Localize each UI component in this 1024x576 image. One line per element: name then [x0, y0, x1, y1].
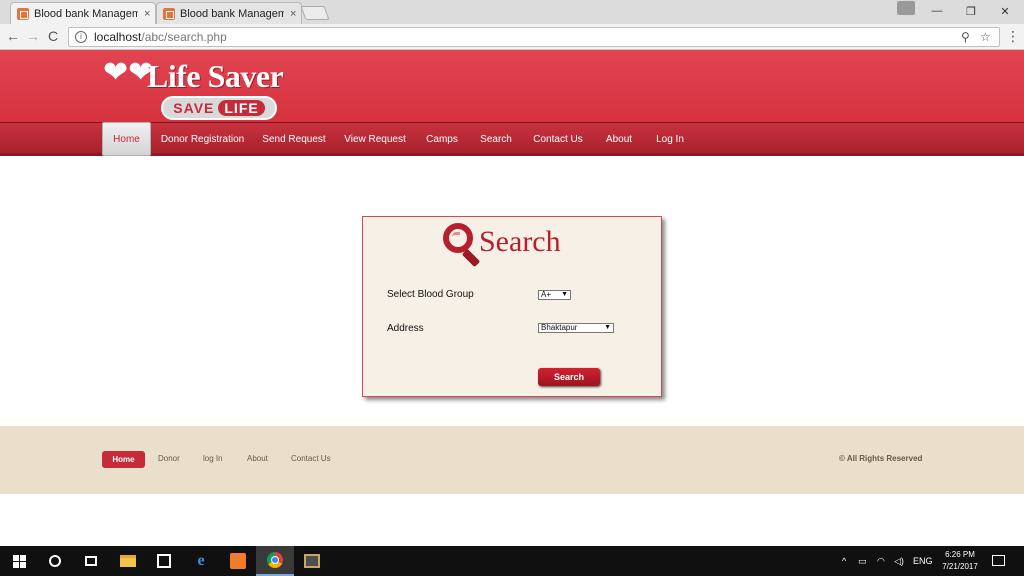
action-center-icon[interactable]	[992, 555, 1005, 566]
wifi-icon[interactable]: ◠	[877, 546, 885, 576]
search-title: Search	[479, 225, 561, 258]
tab-title: Blood bank Managemen	[34, 7, 138, 20]
search-button[interactable]: Search	[538, 368, 600, 386]
tab-title: Blood bank Managemen	[180, 7, 284, 20]
dropdown-arrow-icon: ▼	[604, 324, 611, 331]
xampp-favicon-icon	[17, 7, 29, 20]
nav-view-request[interactable]: View Request	[343, 123, 407, 154]
forward-button[interactable]: →	[24, 28, 42, 44]
cortana-button[interactable]	[36, 546, 74, 576]
search-heading: Search	[443, 223, 561, 268]
volume-icon[interactable]: ◁)	[894, 546, 904, 576]
nav-home[interactable]: Home	[102, 122, 151, 156]
blood-group-select[interactable]: A+ ▼	[538, 290, 571, 300]
user-profile-icon[interactable]	[897, 1, 915, 15]
footer-link-contact[interactable]: Contact Us	[291, 454, 331, 463]
chrome-icon	[267, 552, 283, 568]
browser-toolbar: ← → C i localhost/abc/search.php ⚲ ☆ ⋮	[0, 24, 1024, 50]
chrome-button[interactable]	[256, 546, 294, 576]
blood-group-label: Select Blood Group	[387, 289, 474, 300]
url-path: /abc/search.php	[141, 30, 227, 44]
tagline-life: LIFE	[218, 100, 265, 116]
xampp-favicon-icon	[163, 7, 175, 20]
address-label: Address	[387, 323, 424, 334]
browser-menu-icon[interactable]: ⋮	[1004, 28, 1022, 45]
close-window-button[interactable]: ✕	[988, 0, 1022, 22]
edge-icon: e	[197, 552, 205, 569]
main-nav: Home Donor Registration Send Request Vie…	[0, 122, 1024, 156]
restore-button[interactable]: ❐	[954, 0, 988, 22]
tray-expand-icon[interactable]: ^	[842, 546, 846, 576]
store-button[interactable]	[145, 546, 183, 576]
language-indicator[interactable]: ENG	[913, 546, 933, 576]
footer-link-about[interactable]: About	[247, 454, 268, 463]
reload-button[interactable]: C	[44, 28, 62, 44]
tab-close-icon[interactable]: ×	[290, 8, 296, 20]
clock-time: 6:26 PM	[945, 550, 975, 559]
nav-camps[interactable]: Camps	[424, 123, 460, 154]
bookmark-star-icon[interactable]: ☆	[980, 30, 991, 44]
footer-link-login[interactable]: log In	[203, 454, 223, 463]
minimize-button[interactable]: —	[920, 0, 954, 22]
search-panel: Search Select Blood Group A+ ▼ Address B…	[362, 216, 662, 397]
xampp-icon	[230, 553, 246, 569]
browser-tabstrip: Blood bank Managemen × Blood bank Manage…	[0, 0, 1024, 24]
url-host: localhost	[94, 30, 142, 44]
logo-title: Life Saver	[147, 58, 284, 94]
edge-button[interactable]: e	[182, 546, 220, 576]
site-footer: Home Donor log In About Contact Us © All…	[0, 426, 1024, 494]
clock[interactable]: 6:26 PM 7/21/2017	[938, 549, 982, 573]
logo-tagline: SAVE LIFE	[161, 96, 277, 120]
dropdown-arrow-icon: ▼	[561, 291, 568, 298]
hearts-icon: ❤❤	[103, 56, 154, 89]
magnifier-icon	[443, 223, 483, 271]
blood-group-value: A+	[541, 290, 552, 299]
footer-link-donor[interactable]: Donor	[158, 454, 180, 463]
nav-about[interactable]: About	[602, 123, 636, 154]
file-explorer-button[interactable]	[109, 546, 147, 576]
folder-icon	[120, 555, 136, 567]
store-icon	[157, 554, 171, 568]
nav-send-request[interactable]: Send Request	[262, 123, 326, 154]
app-window-icon	[304, 554, 320, 568]
address-value: Bhaktapur	[541, 323, 578, 332]
life-saver-logo[interactable]: ❤❤ Life Saver SAVE LIFE	[103, 56, 293, 120]
nav-contact-us[interactable]: Contact Us	[532, 123, 584, 154]
copyright-text: © All Rights Reserved	[839, 454, 923, 463]
site-info-icon[interactable]: i	[75, 31, 87, 43]
windows-taskbar: e ^ ▭ ◠ ◁) ENG 6:26 PM 7/21/2017	[0, 546, 1024, 576]
site-header: ❤❤ Life Saver SAVE LIFE	[0, 50, 1024, 122]
browser-tab-active[interactable]: Blood bank Managemen ×	[10, 2, 156, 24]
windows-logo-icon	[12, 554, 26, 568]
nav-donor-registration[interactable]: Donor Registration	[160, 123, 245, 154]
nav-search[interactable]: Search	[478, 123, 514, 154]
xampp-button[interactable]	[219, 546, 257, 576]
start-button[interactable]	[0, 546, 38, 576]
tab-close-icon[interactable]: ×	[144, 8, 150, 20]
zoom-icon[interactable]: ⚲	[961, 30, 970, 44]
address-select[interactable]: Bhaktapur ▼	[538, 323, 614, 333]
battery-icon[interactable]: ▭	[858, 546, 867, 576]
back-button[interactable]: ←	[4, 28, 22, 44]
app-button[interactable]	[293, 546, 331, 576]
browser-tab-inactive[interactable]: Blood bank Managemen ×	[156, 2, 302, 24]
tagline-save: SAVE	[173, 100, 215, 116]
new-tab-button[interactable]	[300, 6, 330, 20]
nav-log-in[interactable]: Log In	[653, 123, 687, 154]
task-view-button[interactable]	[72, 546, 110, 576]
address-bar[interactable]: i localhost/abc/search.php ⚲ ☆	[68, 27, 1000, 47]
footer-link-home[interactable]: Home	[102, 451, 145, 468]
cortana-icon	[49, 555, 61, 567]
clock-date: 7/21/2017	[942, 562, 978, 571]
task-view-icon	[85, 556, 97, 566]
